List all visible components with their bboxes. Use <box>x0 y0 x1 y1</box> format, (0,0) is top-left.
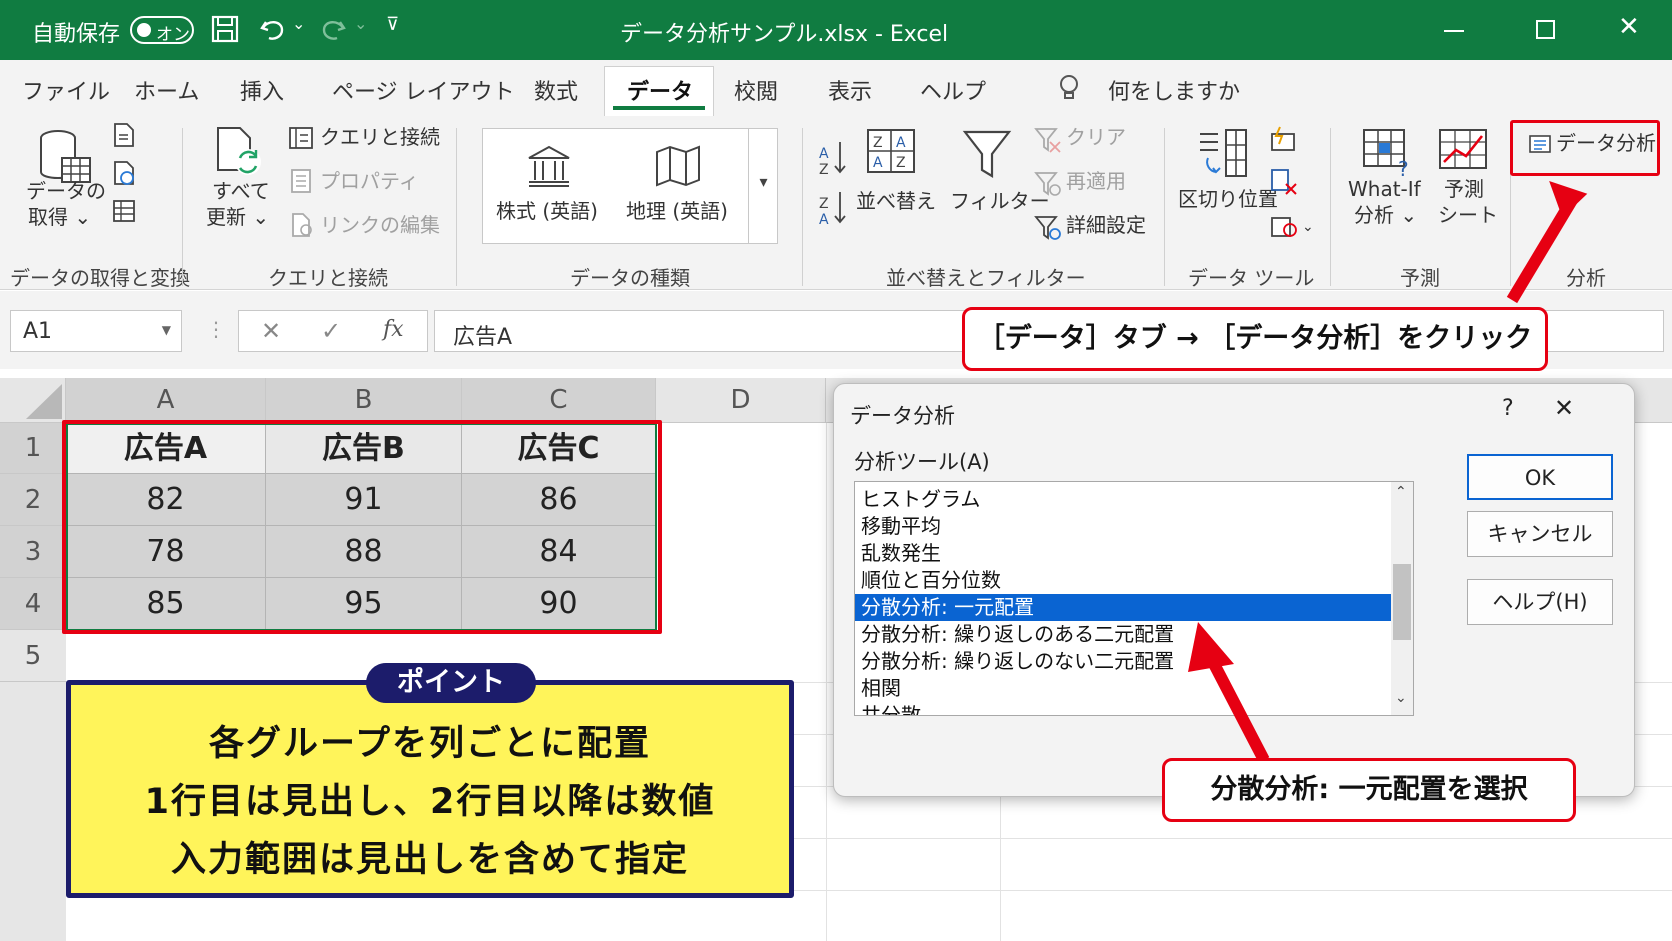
arrow-to-list-item <box>1206 657 1270 763</box>
callout-select-anova: 分散分析: 一元配置を選択 <box>1162 758 1576 822</box>
arrow-head <box>1188 622 1234 672</box>
callout-click-data-analysis: ［データ］タブ → ［データ分析］をクリック <box>962 307 1548 371</box>
